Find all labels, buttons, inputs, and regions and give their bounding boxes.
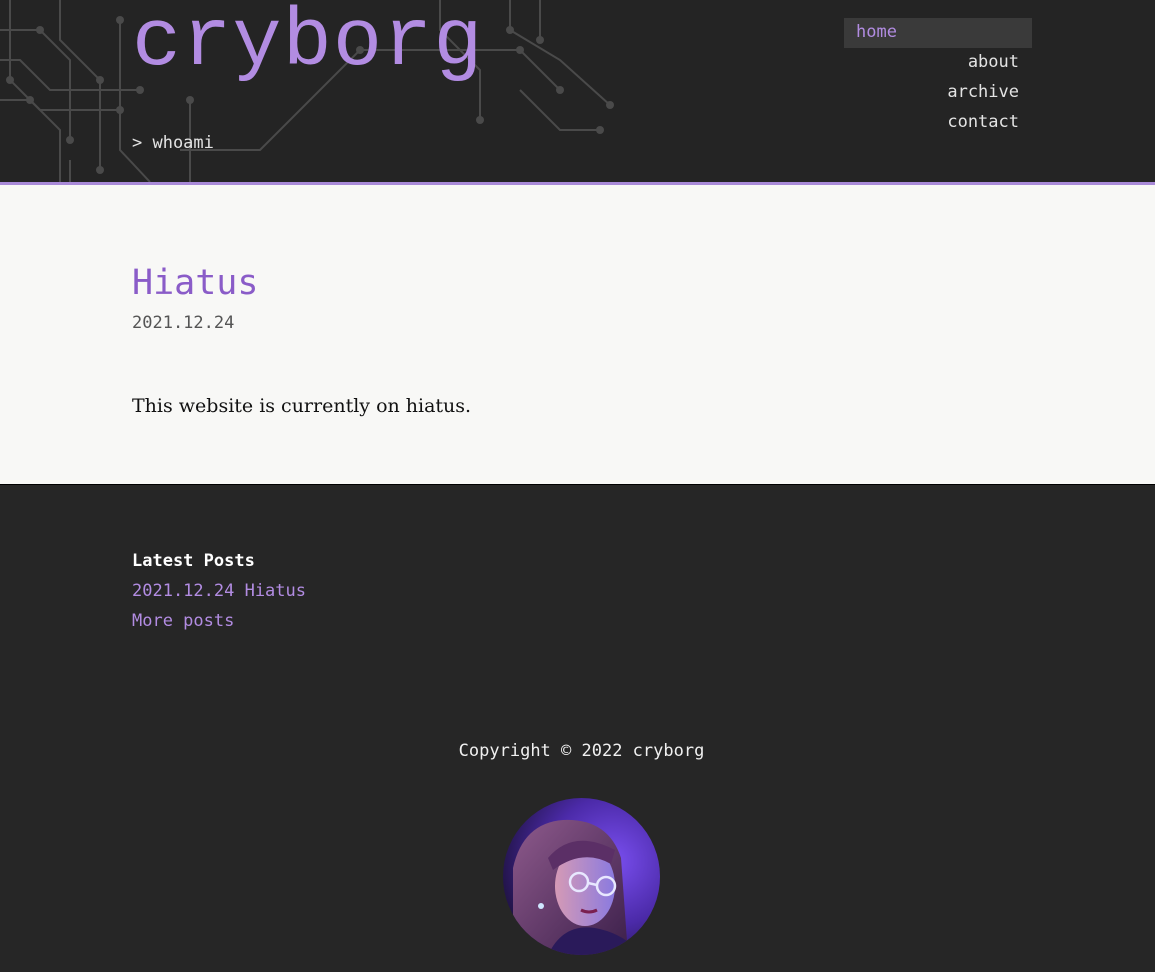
main-nav: home about archive contact [844,18,1032,138]
site-footer: Latest Posts 2021.12.24 Hiatus More post… [0,485,1155,972]
nav-item-about[interactable]: about [844,48,1032,78]
post-date: 2021.12.24 [132,313,235,333]
latest-post-link[interactable]: 2021.12.24 Hiatus [132,581,306,601]
avatar-portrait-icon [503,798,660,955]
copyright-text: Copyright © 2022 cryborg [458,741,705,761]
more-posts-link[interactable]: More posts [132,611,234,631]
avatar [503,798,660,955]
site-tagline: > whoami [132,133,214,153]
post-body: This website is currently on hiatus. [132,395,472,417]
nav-item-contact[interactable]: contact [844,108,1032,138]
site-title[interactable]: cryborg [132,0,483,92]
post-content: Hiatus 2021.12.24 This website is curren… [0,185,1155,485]
latest-posts-heading: Latest Posts [132,551,255,571]
nav-item-archive[interactable]: archive [844,78,1032,108]
nav-item-home[interactable]: home [844,18,1032,48]
post-title[interactable]: Hiatus [132,263,258,303]
site-header: cryborg > whoami home about archive cont… [0,0,1155,185]
